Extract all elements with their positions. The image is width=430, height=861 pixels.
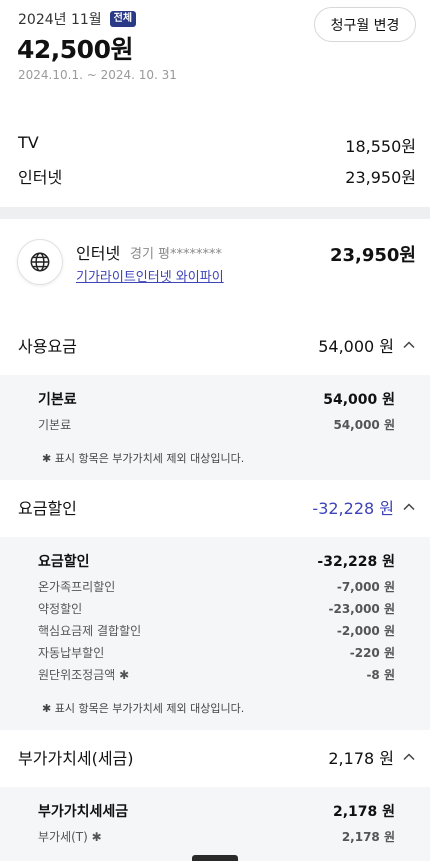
line-label: 핵심요금제 결합할인 <box>38 624 142 638</box>
section-amount-group: -32,228 원 <box>312 495 416 519</box>
section-amount-group: 54,000 원 <box>318 333 416 357</box>
line-value: -220 원 <box>349 646 395 660</box>
line-value: 54,000 원 <box>333 418 395 432</box>
chevron-up-icon <box>403 341 415 349</box>
section-amount: 2,178 원 <box>328 749 394 768</box>
line-item-main: 기본료 54,000 원 <box>38 389 395 409</box>
discount-section-body: 요금할인 -32,228 원 온가족프리할인 -7,000 원 약정할인 -23… <box>0 537 430 730</box>
discount-section-header[interactable]: 요금할인 -32,228 원 <box>0 482 430 532</box>
line-value: -2,000 원 <box>336 624 395 638</box>
line-value: 54,000 원 <box>323 392 395 408</box>
vat-exempt-note: ✱ 표시 항목은 부가가치세 제외 대상입니다. <box>42 702 245 715</box>
line-item: 부가세(T) ✱ 2,178 원 <box>38 828 395 845</box>
all-badge: 전체 <box>109 11 137 27</box>
line-item: 약정할인 -23,000 원 <box>38 600 395 617</box>
section-title: 사용요금 <box>18 337 77 356</box>
line-label: 기본료 <box>38 392 77 408</box>
change-billing-month-button[interactable]: 청구월 변경 <box>314 7 416 42</box>
line-label: 부가가치세세금 <box>38 804 129 820</box>
summary-label: 인터넷 <box>18 168 63 187</box>
line-label: 자동납부할인 <box>38 646 105 660</box>
vat-section-header[interactable]: 부가가치세(세금) 2,178 원 <box>0 732 430 782</box>
line-value: -8 원 <box>366 668 395 682</box>
service-location: 경기 평******** <box>130 247 223 262</box>
line-value: 2,178 원 <box>332 804 395 820</box>
line-label: 원단위조정금액 ✱ <box>38 668 130 682</box>
section-title: 부가가치세(세금) <box>18 749 134 768</box>
line-item: 기본료 54,000 원 <box>38 416 395 433</box>
globe-icon <box>17 239 63 285</box>
line-item: 자동납부할인 -220 원 <box>38 644 395 661</box>
service-product-link[interactable]: 기가라이트인터넷 와이파이 <box>76 266 224 285</box>
vat-section-body: 부가가치세세금 2,178 원 부가세(T) ✱ 2,178 원 <box>0 787 430 861</box>
section-divider <box>0 207 430 219</box>
line-label: 온가족프리할인 <box>38 580 116 594</box>
service-amount: 23,950원 <box>329 245 416 266</box>
billing-month: 2024년 11월 <box>18 12 102 28</box>
line-label: 요금할인 <box>38 554 90 570</box>
line-value: -23,000 원 <box>328 602 395 616</box>
section-amount: 54,000 원 <box>318 337 394 356</box>
line-label: 기본료 <box>38 418 72 432</box>
vat-exempt-note: ✱ 표시 항목은 부가가치세 제외 대상입니다. <box>42 452 245 465</box>
billing-period: 2024년 11월 전체 <box>18 9 137 29</box>
summary-row-tv: TV 18,550원 <box>18 133 416 157</box>
line-item-main: 요금할인 -32,228 원 <box>38 551 395 571</box>
summary-label: TV <box>18 133 39 152</box>
line-value: -7,000 원 <box>336 580 395 594</box>
bottom-sheet-handle[interactable] <box>192 855 238 861</box>
service-name: 인터넷 <box>76 244 121 263</box>
service-card: 인터넷 경기 평******** 기가라이트인터넷 와이파이 23,950원 <box>0 219 430 319</box>
summary-row-internet: 인터넷 23,950원 <box>18 164 416 188</box>
chevron-up-icon <box>403 753 415 761</box>
line-label: 부가세(T) ✱ <box>38 830 102 844</box>
line-item: 핵심요금제 결합할인 -2,000 원 <box>38 622 395 639</box>
summary-amount: 23,950원 <box>345 168 416 187</box>
chevron-up-icon <box>403 503 415 511</box>
line-item: 원단위조정금액 ✱ -8 원 <box>38 666 395 683</box>
date-range: 2024.10.1. ~ 2024. 10. 31 <box>18 68 177 82</box>
usage-section-header[interactable]: 사용요금 54,000 원 <box>0 320 430 370</box>
line-item-main: 부가가치세세금 2,178 원 <box>38 801 395 821</box>
line-value: -32,228 원 <box>317 554 395 570</box>
total-amount: 42,500원 <box>17 35 133 64</box>
summary-amount: 18,550원 <box>345 137 416 156</box>
section-amount-group: 2,178 원 <box>328 745 416 769</box>
section-title: 요금할인 <box>18 499 77 518</box>
line-value: 2,178 원 <box>341 830 395 844</box>
line-item: 온가족프리할인 -7,000 원 <box>38 578 395 595</box>
section-amount: -32,228 원 <box>312 499 394 518</box>
bill-header: 2024년 11월 전체 청구월 변경 42,500원 2024.10.1. ~… <box>0 0 430 100</box>
line-label: 약정할인 <box>38 602 83 616</box>
usage-section-body: 기본료 54,000 원 기본료 54,000 원 ✱ 표시 항목은 부가가치세… <box>0 375 430 480</box>
